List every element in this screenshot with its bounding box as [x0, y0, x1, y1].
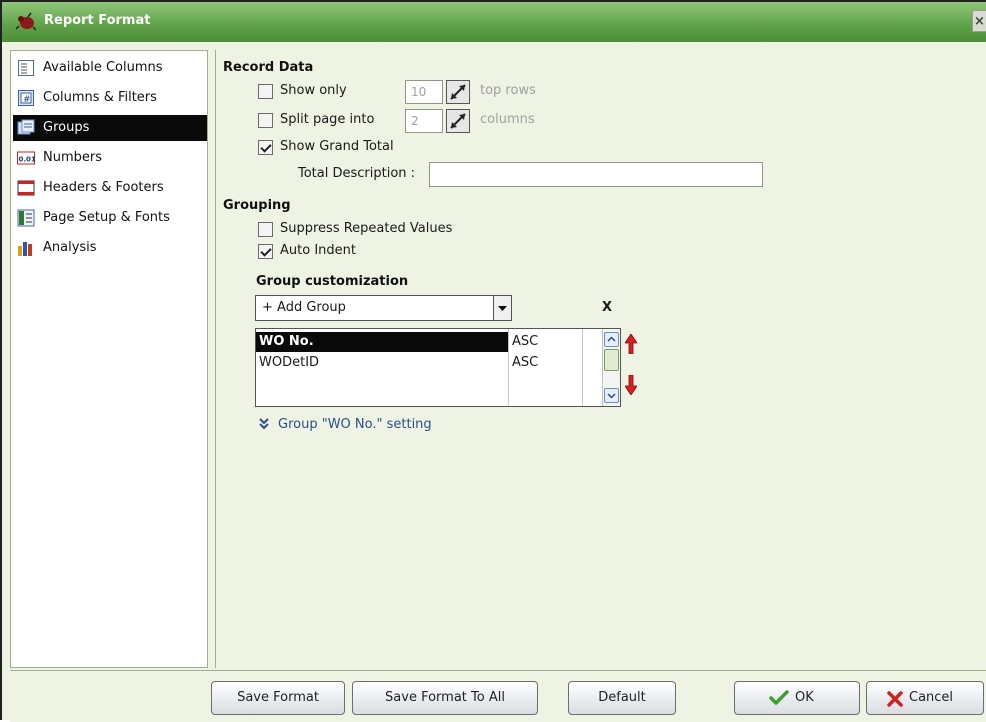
window-title: Report Format — [44, 13, 151, 28]
scroll-down-button[interactable] — [604, 388, 619, 403]
sidebar-item-page-setup-fonts[interactable]: Page Setup & Fonts — [13, 205, 207, 231]
group-name: WODetID — [259, 355, 320, 370]
scroll-thumb[interactable] — [604, 349, 619, 371]
add-group-value: + Add Group — [262, 300, 346, 315]
title-bar: Report Format × — [2, 2, 986, 42]
group-customization-title: Group customization — [256, 274, 409, 289]
expand-chevron-icon[interactable] — [257, 417, 271, 431]
sidebar-item-available-columns[interactable]: Available Columns — [13, 55, 207, 81]
report-format-window: Report Format × Available Columns # Colu… — [0, 0, 986, 722]
top-rows-field[interactable]: 10 — [405, 80, 443, 104]
group-name: WO No. — [259, 334, 314, 349]
chevron-down-icon — [498, 306, 507, 311]
save-format-to-all-button[interactable]: Save Format To All — [352, 681, 538, 715]
close-icon: × — [974, 14, 985, 29]
columns-list-icon — [18, 60, 34, 76]
record-data-title: Record Data — [223, 60, 314, 75]
save-format-button[interactable]: Save Format — [211, 681, 345, 715]
columns-label: columns — [480, 112, 535, 127]
sidebar-item-columns-filters[interactable]: # Columns & Filters — [13, 85, 207, 111]
button-bar: Save Format Save Format To All Default O… — [10, 670, 986, 722]
group-setting-link[interactable]: Group "WO No." setting — [278, 417, 432, 432]
columns-spinner[interactable] — [446, 109, 470, 133]
spin-arrows-icon — [450, 84, 466, 100]
total-description-field[interactable] — [429, 162, 763, 187]
auto-indent-checkbox[interactable] — [258, 244, 273, 259]
sidebar-item-label: Available Columns — [43, 60, 163, 75]
grouping-title: Grouping — [223, 198, 291, 213]
sidebar: Available Columns # Columns & Filters Gr… — [10, 50, 208, 668]
total-description-label: Total Description : — [298, 166, 416, 181]
remove-group-button[interactable]: X — [602, 300, 612, 315]
move-down-arrow-icon[interactable] — [625, 375, 637, 395]
analysis-chart-icon — [18, 242, 32, 256]
show-grand-total-label: Show Grand Total — [280, 139, 394, 154]
scroll-up-icon — [607, 336, 616, 342]
ok-label: OK — [795, 690, 814, 705]
add-group-dropdown[interactable]: + Add Group — [255, 295, 512, 321]
filter-icon: # — [18, 90, 34, 106]
scroll-up-button[interactable] — [604, 332, 619, 347]
show-only-checkbox[interactable] — [258, 84, 273, 99]
spin-arrows-icon — [450, 113, 466, 129]
cancel-label: Cancel — [909, 690, 954, 705]
auto-indent-label: Auto Indent — [280, 243, 356, 258]
show-grand-total-checkbox[interactable] — [258, 140, 273, 155]
sidebar-item-analysis[interactable]: Analysis — [13, 235, 207, 261]
split-page-label: Split page into — [280, 112, 375, 127]
sidebar-item-label: Groups — [43, 120, 90, 135]
group-order: ASC — [512, 334, 539, 349]
sidebar-item-label: Headers & Footers — [43, 180, 164, 195]
cancel-button[interactable]: Cancel — [866, 681, 984, 715]
suppress-repeated-checkbox[interactable] — [258, 222, 273, 237]
checkmark-icon — [769, 690, 789, 705]
header-footer-icon — [17, 180, 35, 196]
svg-text:#: # — [23, 95, 31, 105]
cancel-x-icon — [887, 691, 903, 707]
numbers-icon-text: 0.01 — [19, 156, 36, 164]
sidebar-item-label: Numbers — [43, 150, 102, 165]
suppress-repeated-label: Suppress Repeated Values — [280, 221, 453, 236]
top-rows-spinner[interactable] — [446, 80, 470, 104]
sidebar-item-groups[interactable]: Groups — [13, 115, 207, 141]
sidebar-item-label: Columns & Filters — [43, 90, 157, 105]
groups-icon — [17, 119, 35, 135]
group-list: WO No. ASC WODetID ASC — [255, 328, 621, 407]
sidebar-item-headers-footers[interactable]: Headers & Footers — [13, 175, 207, 201]
default-button[interactable]: Default — [568, 681, 676, 715]
sidebar-item-label: Analysis — [43, 240, 97, 255]
columns-count-field[interactable]: 2 — [405, 109, 443, 133]
close-button[interactable]: × — [972, 10, 986, 32]
dropdown-arrow[interactable] — [493, 296, 511, 320]
app-bug-icon — [16, 12, 36, 31]
group-row[interactable]: WODetID ASC — [256, 353, 602, 373]
sidebar-item-label: Page Setup & Fonts — [43, 210, 170, 225]
group-row[interactable]: WO No. ASC — [256, 332, 602, 352]
top-rows-label: top rows — [480, 83, 536, 98]
move-up-arrow-icon[interactable] — [625, 334, 637, 354]
show-only-label: Show only — [280, 83, 347, 98]
scroll-down-icon — [607, 393, 616, 399]
numbers-icon: 0.01 — [17, 151, 36, 165]
groups-panel: Record Data Show only 10 top rows Split … — [215, 50, 986, 668]
sidebar-item-numbers[interactable]: 0.01 Numbers — [13, 145, 207, 171]
split-page-checkbox[interactable] — [258, 113, 273, 128]
group-list-scrollbar[interactable] — [602, 329, 620, 406]
page-setup-icon — [17, 209, 35, 227]
group-order: ASC — [512, 355, 539, 370]
ok-button[interactable]: OK — [734, 681, 860, 715]
